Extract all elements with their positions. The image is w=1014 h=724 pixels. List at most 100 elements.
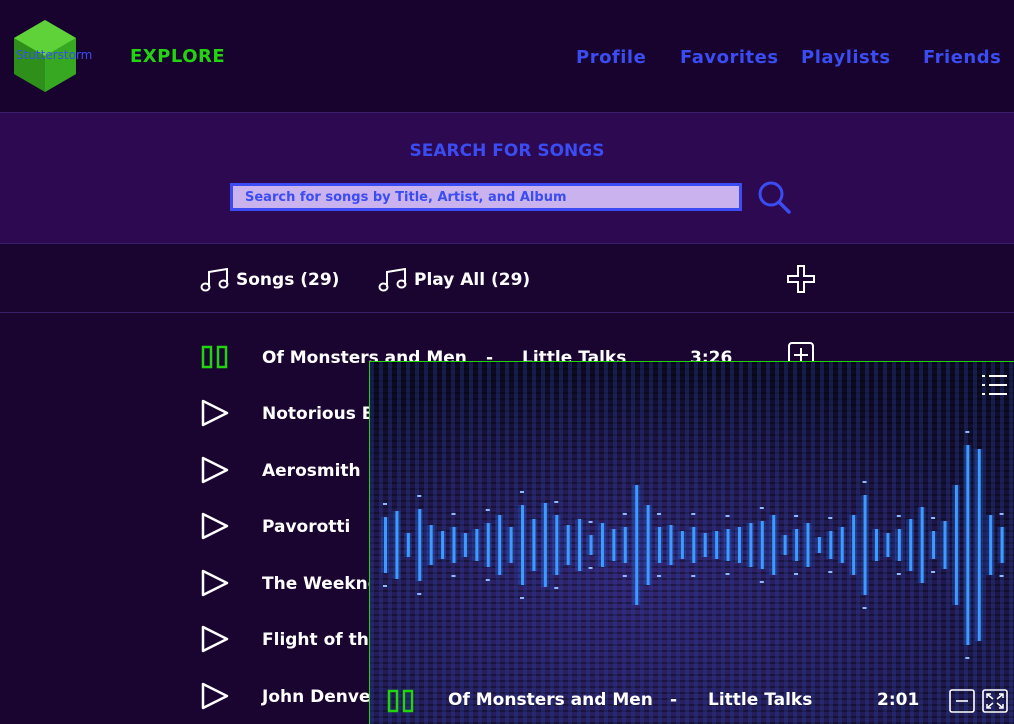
visualizer-bar xyxy=(806,523,810,567)
visualizer-peak-dot xyxy=(725,515,730,517)
visualizer-bar xyxy=(726,529,730,561)
play-icon[interactable] xyxy=(200,568,230,598)
visualizer-bar xyxy=(600,523,604,567)
play-icon[interactable] xyxy=(200,511,230,541)
visualizer-bar xyxy=(897,529,901,561)
visualizer-bar xyxy=(418,509,422,581)
nav-profile[interactable]: Profile xyxy=(576,47,646,68)
song-artist: Pavorotti xyxy=(262,517,351,537)
now-playing-player: Of Monsters and Men - Little Talks 2:01 xyxy=(369,361,1014,724)
visualizer-peak-dot xyxy=(485,579,490,581)
visualizer-bar xyxy=(521,505,525,585)
visualizer-peak-dot xyxy=(931,517,936,519)
visualizer-peak-dot xyxy=(794,515,799,517)
minimize-icon[interactable] xyxy=(949,689,975,713)
visualizer-bar xyxy=(966,445,970,645)
visualizer-bar xyxy=(817,537,821,553)
music-note-icon xyxy=(200,267,229,292)
search-icon[interactable] xyxy=(756,179,792,215)
visualizer-peak-dot xyxy=(999,513,1004,515)
visualizer-bar xyxy=(463,533,467,557)
visualizer-peak-dot xyxy=(520,597,525,599)
visualizer-bar xyxy=(452,527,456,563)
visualizer-bar xyxy=(749,523,753,567)
visualizer-peak-dot xyxy=(691,513,696,515)
song-toolbar: Songs (29) Play All (29) xyxy=(0,244,1014,313)
visualizer-bar xyxy=(989,515,993,575)
visualizer-peak-dot xyxy=(725,573,730,575)
visualizer-bar xyxy=(863,495,867,595)
explore-link[interactable]: EXPLORE xyxy=(130,46,225,67)
visualizer-bar xyxy=(486,523,490,567)
play-all-button[interactable]: Play All (29) xyxy=(378,267,531,292)
visualizer-peak-dot xyxy=(383,585,387,587)
visualizer-bar xyxy=(543,503,547,587)
player-elapsed-time: 2:01 xyxy=(877,690,920,710)
visualizer-peak-dot xyxy=(554,501,559,503)
visualizer-bar xyxy=(783,535,787,555)
visualizer-bar xyxy=(932,531,936,559)
add-icon[interactable] xyxy=(786,264,816,294)
nav-friends[interactable]: Friends xyxy=(923,47,1001,68)
visualizer-bar xyxy=(886,533,890,557)
visualizer-bar xyxy=(589,535,593,555)
song-artist: Notorious B xyxy=(262,404,375,424)
songs-count-button[interactable]: Songs (29) xyxy=(200,267,339,292)
audio-visualizer xyxy=(381,431,1006,659)
visualizer-peak-dot xyxy=(451,575,456,577)
visualizer-bar xyxy=(874,529,878,561)
visualizer-bar xyxy=(566,525,570,565)
visualizer-peak-dot xyxy=(622,575,627,577)
visualizer-bar xyxy=(612,529,616,561)
visualizer-peak-dot xyxy=(896,573,901,575)
visualizer-bar xyxy=(829,531,833,559)
music-note-icon xyxy=(378,267,407,292)
visualizer-bar xyxy=(429,525,433,565)
search-input[interactable] xyxy=(230,183,742,211)
pause-icon[interactable] xyxy=(386,686,416,716)
visualizer-peak-dot xyxy=(862,481,867,483)
header: Stutterstorm EXPLORE Profile Favorites P… xyxy=(0,0,1014,113)
search-title: SEARCH FOR SONGS xyxy=(409,141,605,161)
visualizer-bar xyxy=(760,521,764,569)
play-icon[interactable] xyxy=(200,624,230,654)
play-icon[interactable] xyxy=(200,681,230,711)
visualizer-bar xyxy=(669,525,673,565)
visualizer-peak-dot xyxy=(451,513,456,515)
visualizer-bar xyxy=(646,505,650,585)
player-controls: Of Monsters and Men - Little Talks 2:01 xyxy=(370,674,1014,724)
visualizer-peak-dot xyxy=(931,571,936,573)
visualizer-bar xyxy=(578,519,582,571)
visualizer-bar xyxy=(384,517,387,573)
play-all-label: Play All (29) xyxy=(414,270,531,290)
visualizer-bar xyxy=(943,521,947,569)
visualizer-peak-dot xyxy=(691,575,696,577)
visualizer-peak-dot xyxy=(657,513,662,515)
pause-icon[interactable] xyxy=(200,342,230,372)
fullscreen-icon[interactable] xyxy=(982,689,1008,713)
visualizer-peak-dot xyxy=(999,575,1004,577)
song-artist: John Denve xyxy=(262,687,371,707)
play-icon[interactable] xyxy=(200,455,230,485)
song-artist: Flight of the xyxy=(262,630,381,650)
visualizer-peak-dot xyxy=(794,573,799,575)
visualizer-peak-dot xyxy=(622,513,627,515)
visualizer-bar xyxy=(498,515,502,575)
visualizer-peak-dot xyxy=(520,491,525,493)
visualizer-bar xyxy=(635,485,639,605)
visualizer-bar xyxy=(852,515,856,575)
play-icon[interactable] xyxy=(200,398,230,428)
visualizer-bar xyxy=(703,533,707,557)
visualizer-bar xyxy=(909,519,913,571)
visualizer-bar xyxy=(509,527,513,563)
visualizer-peak-dot xyxy=(759,507,764,509)
visualizer-bar xyxy=(772,515,776,575)
visualizer-bar xyxy=(954,485,958,605)
visualizer-bar xyxy=(977,449,981,641)
visualizer-peak-dot xyxy=(588,521,593,523)
visualizer-bar xyxy=(441,531,445,559)
menu-icon[interactable] xyxy=(980,372,1008,398)
player-title: Little Talks xyxy=(708,690,813,710)
nav-favorites[interactable]: Favorites xyxy=(680,47,779,68)
nav-playlists[interactable]: Playlists xyxy=(801,47,891,68)
